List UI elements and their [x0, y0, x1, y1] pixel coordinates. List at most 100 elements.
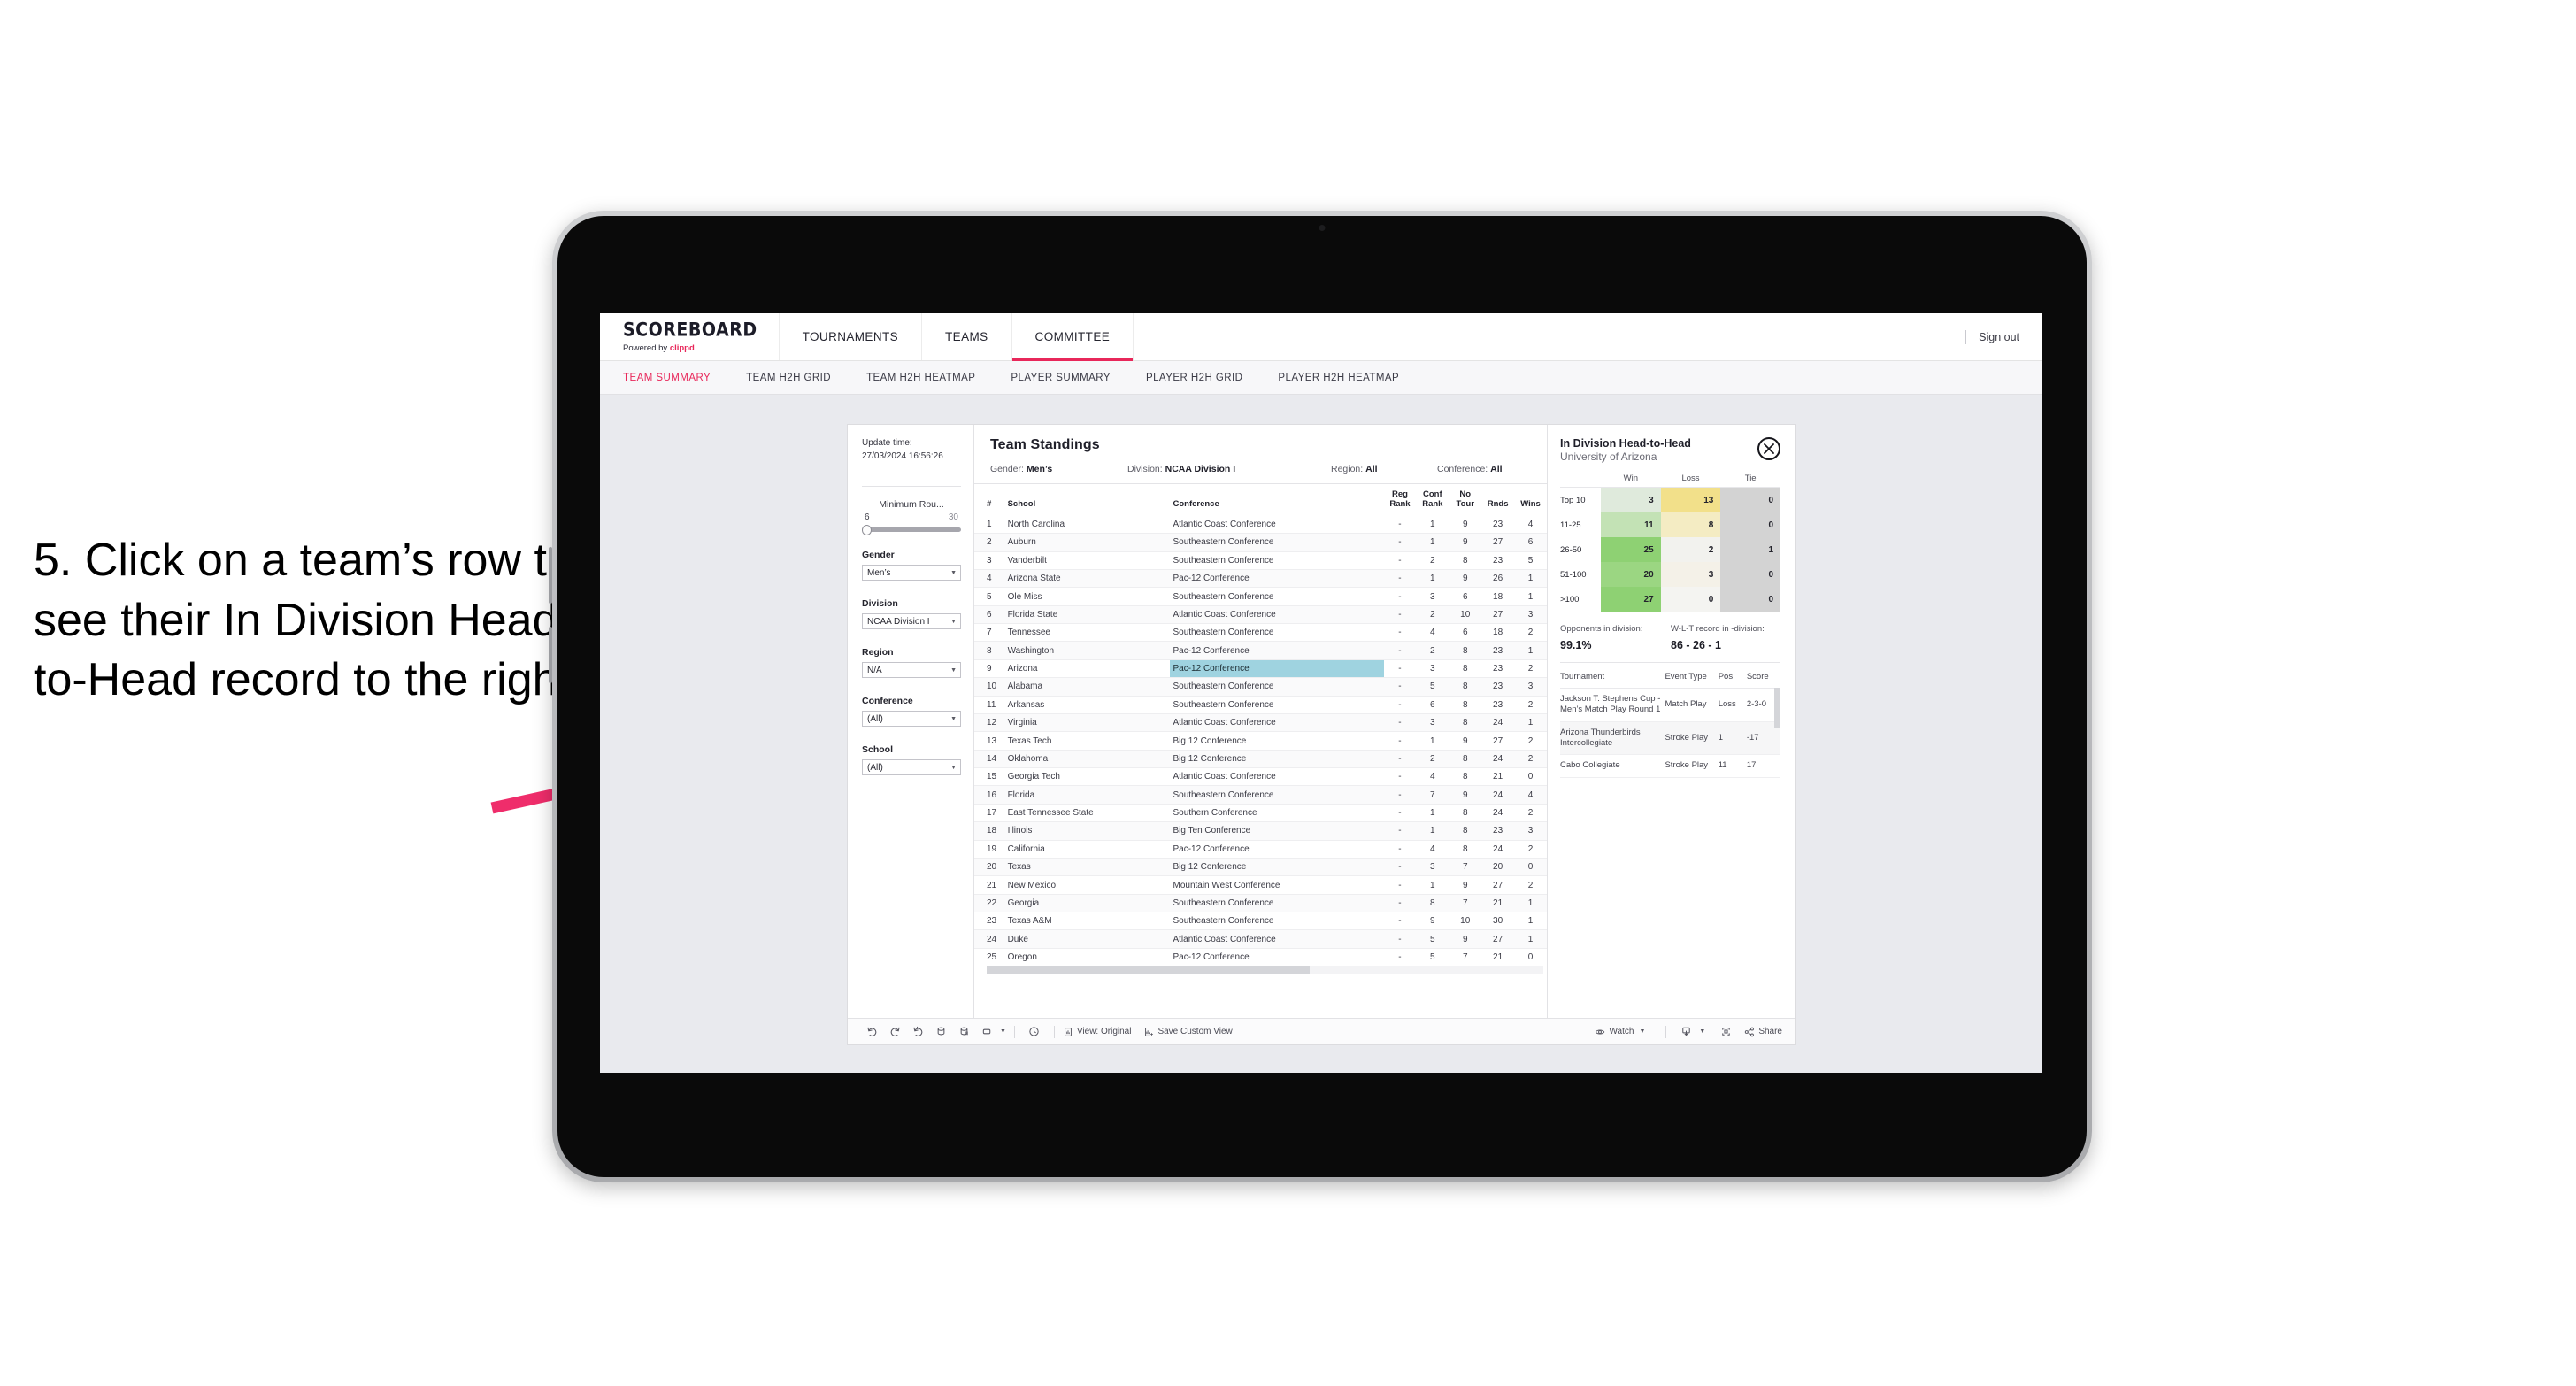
slider-knob[interactable] — [862, 524, 872, 535]
col-tournament[interactable]: Tournament — [1560, 666, 1665, 689]
cell-wins: 0 — [1514, 767, 1547, 787]
region-select[interactable]: N/A ▼ — [862, 662, 961, 678]
redo-icon[interactable] — [883, 1026, 906, 1037]
download-icon[interactable] — [1674, 1026, 1697, 1037]
nav-item-committee[interactable]: COMMITTEE — [1011, 313, 1134, 361]
tab-team-summary[interactable]: TEAM SUMMARY — [623, 373, 730, 383]
undo-icon[interactable] — [860, 1026, 883, 1037]
table-row[interactable]: 12 Virginia Atlantic Coast Conference -3 8 24… — [974, 713, 1547, 733]
col-score[interactable]: Score — [1746, 666, 1780, 689]
h2h-row: >100 27 0 0 — [1560, 587, 1781, 612]
table-row[interactable]: 3 Vanderbilt Southeastern Conference -2 8 23 5 — [974, 551, 1547, 570]
table-row[interactable]: 24 Duke Atlantic Coast Conference -5 9 27 1 — [974, 929, 1547, 949]
h2h-col-loss: Loss — [1681, 474, 1700, 483]
table-row[interactable]: 14 Oklahoma Big 12 Conference -2 8 24 2 — [974, 750, 1547, 769]
nav-divider — [1965, 329, 1967, 344]
device-layout-icon[interactable] — [975, 1026, 998, 1037]
tournament-vertical-scrollbar[interactable] — [1774, 688, 1780, 728]
table-row[interactable]: 20 Texas Big 12 Conference -3 7 20 0 — [974, 858, 1547, 877]
brand-subtitle: Powered by clippd — [623, 343, 757, 353]
standings-table-wrap[interactable]: # School Conference Reg Rank Conf Rank No T… — [974, 483, 1547, 1018]
col-conf-rank[interactable]: Conf Rank — [1416, 484, 1449, 516]
cell-conf-rank: 8 — [1416, 894, 1449, 913]
table-row[interactable]: 21 New Mexico Mountain West Conference -1 9 2… — [974, 875, 1547, 895]
brand-logo[interactable]: SCOREBOARD Powered by clippd — [600, 313, 780, 360]
table-row[interactable]: 7 Tennessee Southeastern Conference -4 6 18 2 — [974, 623, 1547, 643]
gender-select[interactable]: Men’s ▼ — [862, 565, 961, 581]
history-icon[interactable] — [1023, 1026, 1046, 1037]
table-row[interactable]: 23 Texas A&M Southeastern Conference -9 10 30… — [974, 912, 1547, 931]
col-conference[interactable]: Conference — [1170, 484, 1383, 516]
table-row[interactable]: 17 East Tennessee State Southern Conferenc… — [974, 804, 1547, 823]
view-original-button[interactable]: View: Original — [1063, 1027, 1131, 1037]
table-row[interactable]: 25 Oregon Pac-12 Conference -5 7 21 0 — [974, 948, 1547, 967]
col-school[interactable]: School — [1005, 484, 1171, 516]
cell-rnds: 23 — [1481, 515, 1515, 535]
col-rnds[interactable]: Rnds — [1481, 484, 1514, 516]
cell-wins: 3 — [1514, 677, 1547, 697]
tab-player-h2h-grid[interactable]: PLAYER H2H GRID — [1146, 373, 1262, 383]
tab-player-summary[interactable]: PLAYER SUMMARY — [1011, 373, 1130, 383]
table-row[interactable]: 19 California Pac-12 Conference -4 8 24 2 — [974, 840, 1547, 859]
horizontal-scrollbar[interactable] — [987, 966, 1543, 975]
tournament-results-wrap[interactable]: Tournament Event Type Pos Score Jackson … — [1560, 663, 1780, 1009]
table-row[interactable]: 16 Florida Southeastern Conference -7 9 24 4 — [974, 785, 1547, 805]
nav-item-tournaments[interactable]: TOURNAMENTS — [780, 313, 923, 360]
cell-no-tour: 9 — [1449, 731, 1482, 751]
school-select[interactable]: (All) ▼ — [862, 759, 961, 775]
fullscreen-icon[interactable] — [1714, 1026, 1737, 1037]
conference-select[interactable]: (All) ▼ — [862, 711, 961, 727]
col-reg-rank[interactable]: Reg Rank — [1384, 484, 1417, 516]
minimum-rounds-slider[interactable] — [862, 524, 961, 535]
table-row[interactable]: 22 Georgia Southeastern Conference -8 7 21 1 — [974, 894, 1547, 913]
wlt-label: W-L-T record in -division: — [1671, 624, 1765, 634]
col-wins[interactable]: Wins — [1514, 484, 1547, 516]
share-button[interactable]: Share — [1744, 1027, 1782, 1037]
tournament-table-head: Tournament Event Type Pos Score — [1560, 666, 1780, 689]
division-select[interactable]: NCAA Division I ▼ — [862, 613, 961, 629]
chevron-down-icon: ▼ — [950, 666, 957, 674]
table-row[interactable]: 6 Florida State Atlantic Coast Conference -… — [974, 605, 1547, 625]
nav-item-teams[interactable]: TEAMS — [922, 313, 1012, 360]
table-row[interactable]: 10 Alabama Southeastern Conference -5 8 23 3 — [974, 677, 1547, 697]
tab-team-h2h-heatmap[interactable]: TEAM H2H HEATMAP — [866, 373, 995, 383]
cell-rnds: 21 — [1481, 767, 1515, 787]
refresh-data-icon[interactable] — [929, 1026, 952, 1037]
cell-rank: 3 — [974, 551, 1005, 570]
table-row[interactable]: 1 North Carolina Atlantic Coast Conference… — [974, 515, 1547, 535]
table-row[interactable]: 13 Texas Tech Big 12 Conference -1 9 27 2 — [974, 731, 1547, 751]
cell-score: 17 — [1746, 754, 1780, 778]
col-pos[interactable]: Pos — [1718, 666, 1747, 689]
tab-player-h2h-heatmap[interactable]: PLAYER H2H HEATMAP — [1278, 373, 1419, 383]
cell-pos: 11 — [1718, 754, 1747, 778]
cell-conf-rank: 2 — [1416, 551, 1449, 570]
sign-out-button[interactable]: Sign out — [1979, 331, 2019, 343]
table-row[interactable]: 2 Auburn Southeastern Conference -1 9 27 6 — [974, 533, 1547, 552]
watch-button[interactable]: Watch ▼ — [1595, 1027, 1645, 1037]
chevron-down-icon[interactable]: ▼ — [1000, 1028, 1006, 1035]
pause-updates-icon[interactable] — [952, 1026, 975, 1037]
table-row[interactable]: 15 Georgia Tech Atlantic Coast Conference -… — [974, 767, 1547, 787]
cell-no-tour: 7 — [1449, 948, 1482, 967]
table-row[interactable]: Arizona Thunderbirds Intercollegiate Stro… — [1560, 721, 1780, 756]
col-event-type[interactable]: Event Type — [1665, 666, 1719, 689]
tab-team-h2h-grid[interactable]: TEAM H2H GRID — [746, 373, 850, 383]
table-row[interactable]: Cabo Collegiate Stroke Play 11 17 — [1560, 754, 1780, 778]
scrollbar-thumb[interactable] — [987, 966, 1310, 975]
col-rank[interactable]: # — [974, 484, 1005, 516]
revert-icon[interactable] — [906, 1026, 929, 1037]
chevron-down-icon[interactable]: ▼ — [1699, 1028, 1705, 1035]
cell-rnds: 27 — [1481, 731, 1515, 751]
update-time-label: Update time: — [862, 438, 912, 448]
table-row[interactable]: 11 Arkansas Southeastern Conference -6 8 23 2 — [974, 696, 1547, 714]
col-no-tour[interactable]: No Tour — [1449, 484, 1481, 516]
table-row[interactable]: 8 Washington Pac-12 Conference -2 8 23 1 — [974, 641, 1547, 660]
table-row[interactable]: 4 Arizona State Pac-12 Conference -1 9 26 1 — [974, 569, 1547, 589]
table-row[interactable]: 9 Arizona Pac-12 Conference -3 8 23 2 — [974, 659, 1547, 679]
close-icon[interactable] — [1757, 437, 1780, 460]
save-custom-view-button[interactable]: Save Custom View — [1143, 1027, 1233, 1037]
table-row[interactable]: 18 Illinois Big Ten Conference -1 8 23 3 — [974, 821, 1547, 841]
h2h-row: 51-100 20 3 0 — [1560, 562, 1781, 587]
table-row[interactable]: 5 Ole Miss Southeastern Conference -3 6 18 1 — [974, 587, 1547, 606]
table-row[interactable]: Jackson T. Stephens Cup - Men’s Match Pl… — [1560, 688, 1780, 722]
